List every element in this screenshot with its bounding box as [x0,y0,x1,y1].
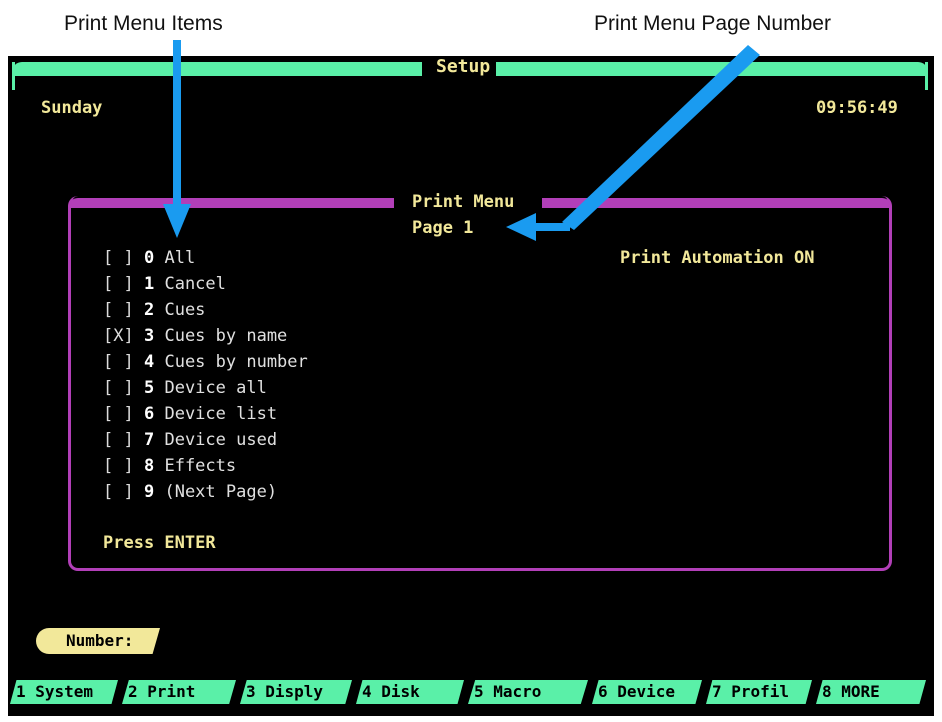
number-input-label: Number: [66,631,134,650]
print-menu-item-1[interactable]: [ ] 1 Cancel [103,274,226,294]
window-title: Setup [436,56,491,77]
item-checkbox[interactable]: [ ] [103,300,134,320]
item-number: 7 [143,430,155,450]
item-number: 4 [143,352,155,372]
item-number: 2 [143,300,155,320]
item-label: Cues by name [164,326,288,346]
item-checkbox[interactable]: [ ] [103,482,134,502]
print-menu-item-6[interactable]: [ ] 6 Device list [103,404,277,424]
print-menu-item-9[interactable]: [ ] 9 (Next Page) [103,482,277,502]
item-number: 1 [143,274,155,294]
item-label: All [164,248,196,268]
press-enter-prompt: Press ENTER [103,533,216,553]
print-menu-item-0[interactable]: [ ] 0 All [103,248,195,268]
item-checkbox[interactable]: [X] [103,326,134,346]
function-key-2[interactable]: 2 Print [122,680,236,704]
item-label: Device all [164,378,267,398]
function-key-6[interactable]: 6 Device [592,680,702,704]
function-key-7[interactable]: 7 Profil [706,680,812,704]
item-checkbox[interactable]: [ ] [103,404,134,424]
print-menu-page-number-annotation: Print Menu Page Number [594,12,831,35]
function-key-1[interactable]: 1 System [10,680,118,704]
item-number: 3 [143,326,155,346]
item-number: 6 [143,404,155,424]
item-number: 8 [143,456,155,476]
title-bar-left [12,62,422,76]
item-checkbox[interactable]: [ ] [103,248,134,268]
title-bar-left-edge [12,62,15,90]
print-menu-page-number: Page 1 [412,218,474,238]
item-checkbox[interactable]: [ ] [103,456,134,476]
title-bar-right [496,62,928,76]
item-number: 0 [143,248,155,268]
item-label: Cues [164,300,206,320]
print-automation-status: Print Automation ON [620,248,815,268]
day-label: Sunday [41,98,103,118]
title-bar-right-edge [925,62,928,90]
item-label: Effects [164,456,237,476]
function-key-4[interactable]: 4 Disk [356,680,464,704]
item-number: 9 [143,482,155,502]
print-menu-item-2[interactable]: [ ] 2 Cues [103,300,205,320]
item-label: Device list [164,404,278,424]
item-label: Cues by number [164,352,308,372]
function-key-3[interactable]: 3 Disply [240,680,352,704]
print-menu-item-7[interactable]: [ ] 7 Device used [103,430,277,450]
print-menu-item-8[interactable]: [ ] 8 Effects [103,456,236,476]
item-label: (Next Page) [164,482,278,502]
item-label: Cancel [164,274,226,294]
item-checkbox[interactable]: [ ] [103,378,134,398]
print-menu-item-3[interactable]: [X] 3 Cues by name [103,326,287,346]
setup-screen: Setup Sunday 09:56:49 Print Menu Page 1 … [8,56,934,716]
item-checkbox[interactable]: [ ] [103,352,134,372]
number-input[interactable]: Number: [36,628,160,654]
item-checkbox[interactable]: [ ] [103,274,134,294]
item-label: Device used [164,430,278,450]
function-key-5[interactable]: 5 Macro [468,680,588,704]
print-menu-item-5[interactable]: [ ] 5 Device all [103,378,267,398]
print-menu-item-4[interactable]: [ ] 4 Cues by number [103,352,308,372]
item-checkbox[interactable]: [ ] [103,430,134,450]
item-number: 5 [143,378,155,398]
clock: 09:56:49 [816,98,898,118]
function-key-8[interactable]: 8 MORE [816,680,926,704]
print-menu-items-annotation: Print Menu Items [64,12,223,35]
